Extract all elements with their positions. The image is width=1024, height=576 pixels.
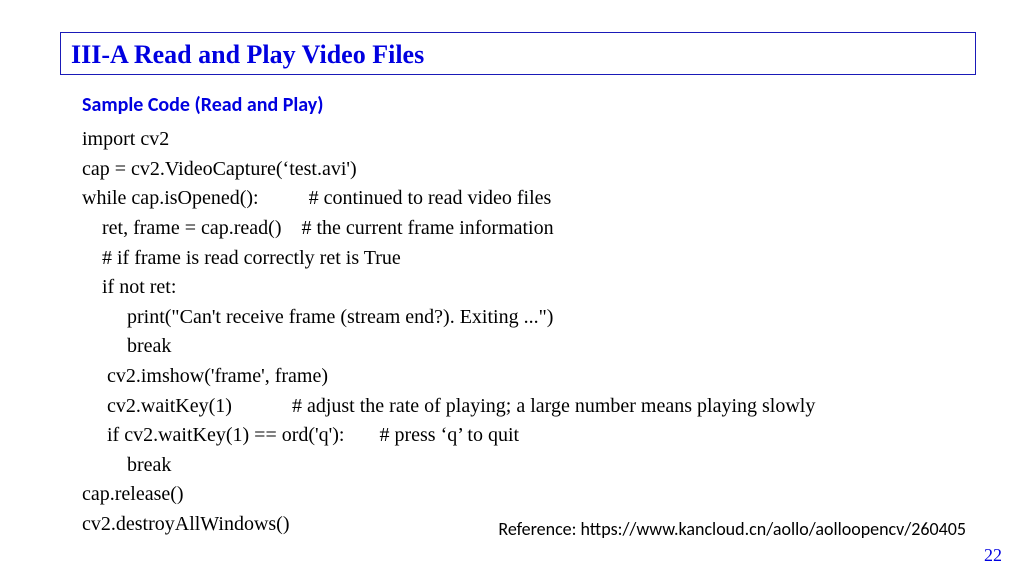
slide: III-A Read and Play Video Files Sample C…: [0, 0, 1024, 576]
code-line: cv2.waitKey(1) # adjust the rate of play…: [82, 395, 815, 417]
section-subtitle: Sample Code (Read and Play): [82, 93, 976, 117]
code-line: cap.release(): [82, 483, 184, 505]
code-block: import cv2 cap = cv2.VideoCapture(‘test.…: [82, 125, 976, 539]
code-line: break: [82, 335, 171, 357]
code-line: while cap.isOpened(): # continued to rea…: [82, 187, 551, 209]
page-title: III-A Read and Play Video Files: [71, 39, 965, 70]
code-line: ret, frame = cap.read() # the current fr…: [82, 217, 554, 239]
code-line: # if frame is read correctly ret is True: [82, 247, 401, 269]
code-line: cv2.destroyAllWindows(): [82, 513, 290, 535]
code-line: if not ret:: [82, 276, 176, 298]
code-line: cv2.imshow('frame', frame): [82, 365, 328, 387]
code-line: cap = cv2.VideoCapture(‘test.avi'): [82, 158, 357, 180]
page-number: 22: [984, 545, 1002, 566]
code-line: if cv2.waitKey(1) == ord('q'): # press ‘…: [82, 424, 519, 446]
title-box: III-A Read and Play Video Files: [60, 32, 976, 75]
code-line: import cv2: [82, 128, 169, 150]
code-line: print("Can't receive frame (stream end?)…: [82, 306, 553, 328]
reference-text: Reference: https://www.kancloud.cn/aollo…: [498, 518, 966, 540]
code-line: break: [82, 454, 171, 476]
